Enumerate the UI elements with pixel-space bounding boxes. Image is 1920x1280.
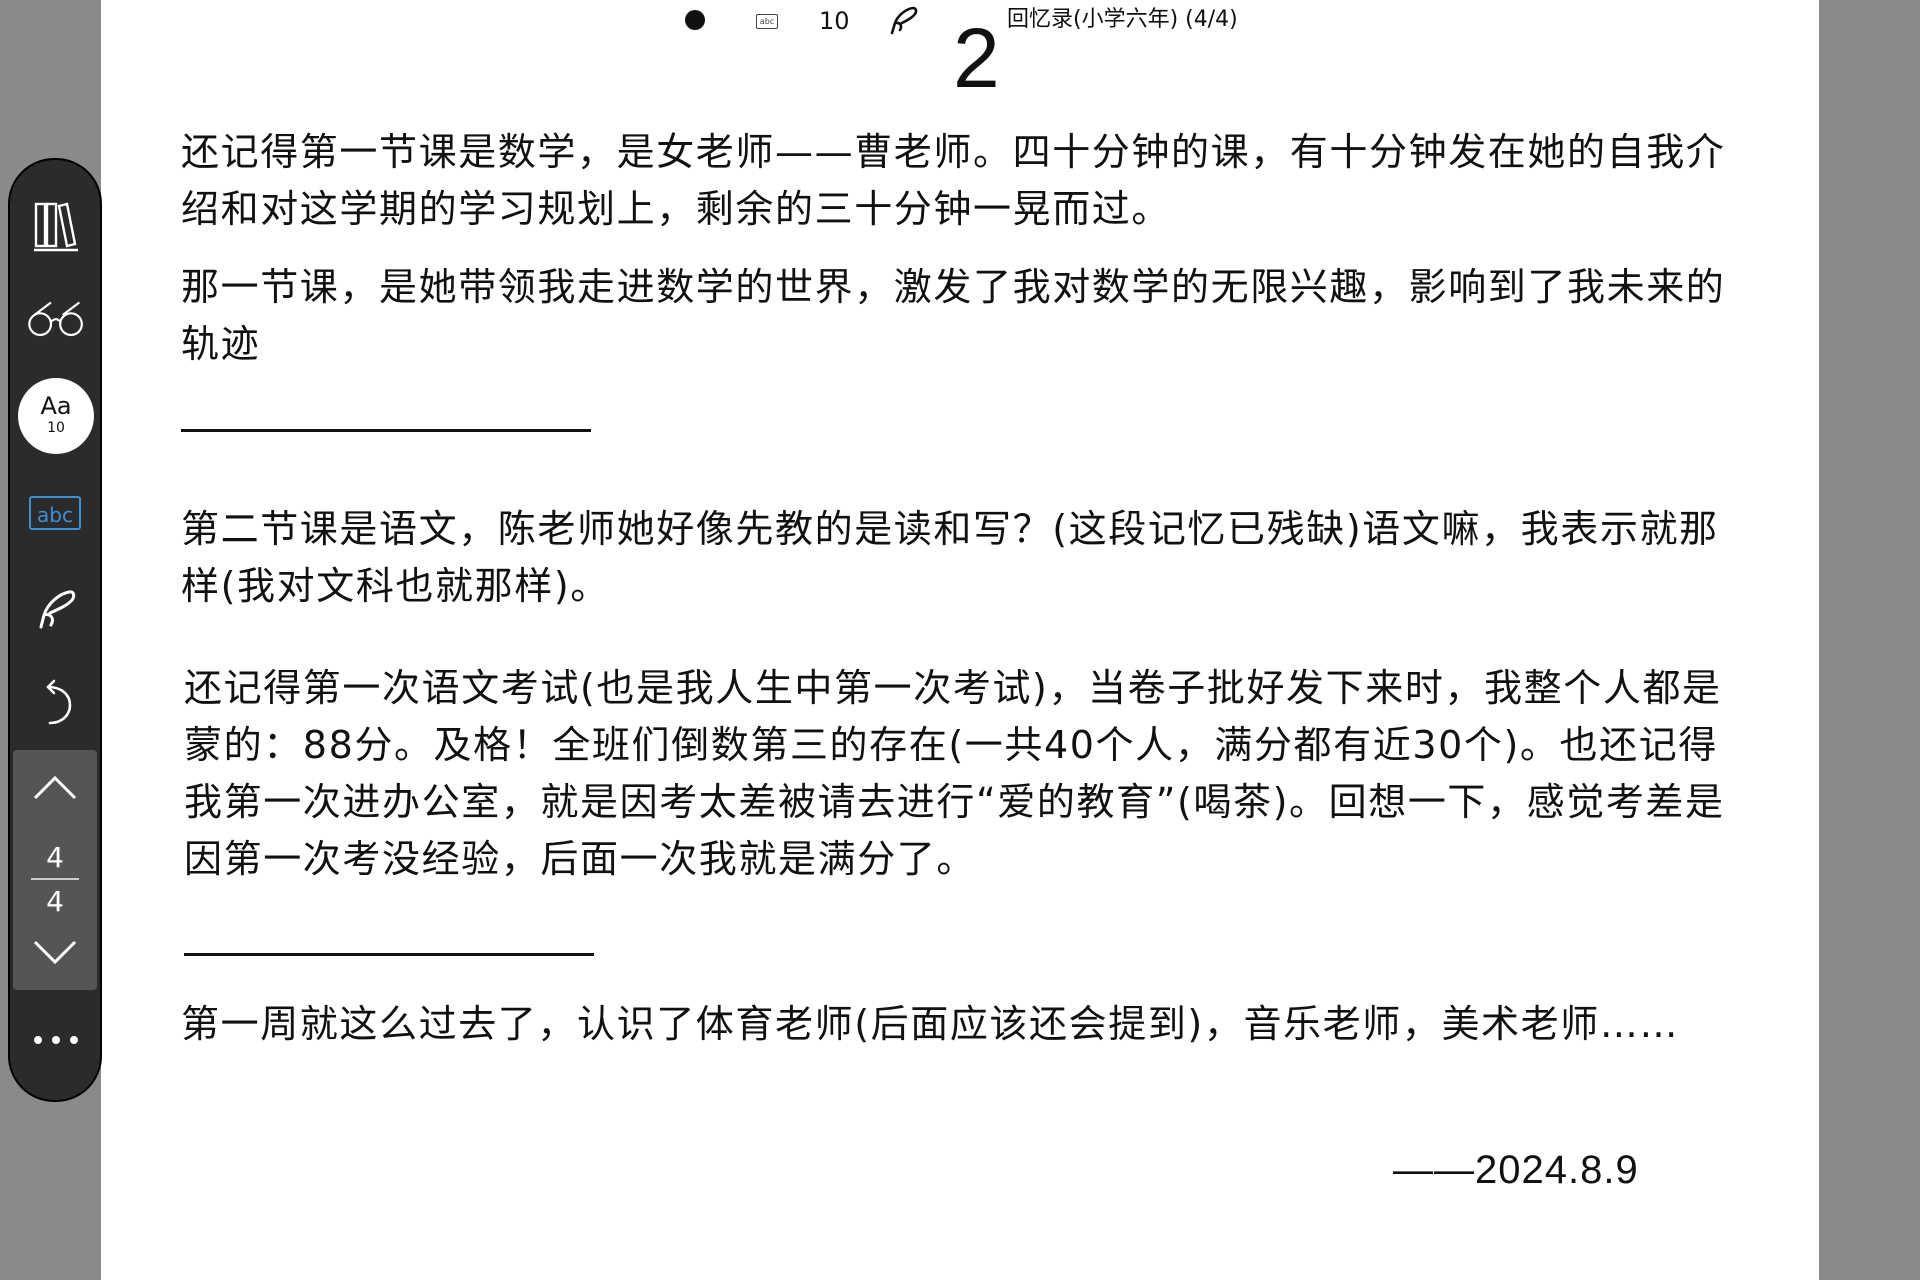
- dot-indicator-icon: [685, 10, 705, 30]
- text-line: 还记得第一次语文考试(也是我人生中第一次考试)，当卷子批好发下来时，我整个人都是: [184, 666, 1722, 710]
- text-line: 轨迹: [181, 322, 261, 366]
- font-size-button[interactable]: Aa 10: [18, 378, 94, 454]
- pen-status-icon: [890, 6, 918, 35]
- text-line: 那一节课，是她带领我走进数学的世界，激发了我对数学的无限兴趣，影响到了我未来的: [181, 265, 1726, 309]
- bookshelf-icon[interactable]: [26, 196, 86, 256]
- status-font-size: 10: [819, 7, 850, 35]
- page-navigator: 4 4: [13, 750, 97, 990]
- paragraph: 第二节课是语文，陈老师她好像先教的是读和写？(这段记忆已残缺)语文嘛，我表示就那…: [181, 501, 1719, 615]
- book-title: 回忆录(小学六年) (4/4): [1007, 7, 1238, 32]
- paragraph: 第一周就这么过去了，认识了体育老师(后面应该还会提到)，音乐老师，美术老师……: [181, 996, 1679, 1053]
- text-line: 还记得第一节课是数学，是女老师——曹老师。四十分钟的课，有十分钟发在她的自我介: [181, 130, 1726, 174]
- page-divider: [31, 878, 79, 880]
- paragraph: 还记得第一节课是数学，是女老师——曹老师。四十分钟的课，有十分钟发在她的自我介 …: [181, 124, 1725, 238]
- page-number: 2: [953, 11, 1000, 105]
- text-line: 因第一次考没经验，后面一次我就是满分了。: [184, 837, 977, 881]
- text-line: 样(我对文科也就那样)。: [181, 564, 610, 608]
- chevron-up-icon[interactable]: [33, 768, 77, 808]
- current-page: 4: [46, 841, 64, 874]
- pen-icon[interactable]: [26, 578, 86, 638]
- date-signature: ——2024.8.9: [1393, 1148, 1639, 1192]
- font-label: Aa: [40, 392, 72, 420]
- chevron-down-icon[interactable]: [33, 932, 77, 972]
- font-size-value: 10: [47, 420, 65, 436]
- text-line: 第二节课是语文，陈老师她好像先教的是读和写？(这段记忆已残缺)语文嘛，我表示就那: [181, 507, 1719, 551]
- glasses-icon[interactable]: [26, 290, 86, 350]
- paragraph: 那一节课，是她带领我走进数学的世界，激发了我对数学的无限兴趣，影响到了我未来的 …: [181, 259, 1725, 373]
- reader-page: abc 10 回忆录(小学六年) (4/4) 2 还记得第一节课是数学，是女老师…: [101, 0, 1819, 1280]
- text-line: 蒙的：88分。及格！全班们倒数第三的存在(一共40个人，满分都有近30个)。也还…: [184, 723, 1718, 767]
- abc-button[interactable]: abc: [29, 496, 81, 530]
- text-line: 绍和对这学期的学习规划上，剩余的三十分钟一晃而过。: [181, 187, 1172, 231]
- paragraph: 还记得第一次语文考试(也是我人生中第一次考试)，当卷子批好发下来时，我整个人都是…: [184, 660, 1725, 888]
- text-line: 我第一次进办公室，就是因考太差被请去进行“爱的教育”(喝茶)。回想一下，感觉考差…: [184, 780, 1725, 824]
- section-divider: [181, 429, 591, 432]
- reader-toolbar: Aa 10 abc 4 4: [8, 158, 102, 1102]
- text-line: 第一周就这么过去了，认识了体育老师(后面应该还会提到)，音乐老师，美术老师……: [181, 1002, 1680, 1046]
- abc-status-icon: abc: [756, 14, 778, 29]
- undo-icon[interactable]: [26, 674, 86, 734]
- more-icon[interactable]: [30, 1030, 82, 1050]
- section-divider: [184, 953, 594, 956]
- total-pages: 4: [46, 885, 64, 918]
